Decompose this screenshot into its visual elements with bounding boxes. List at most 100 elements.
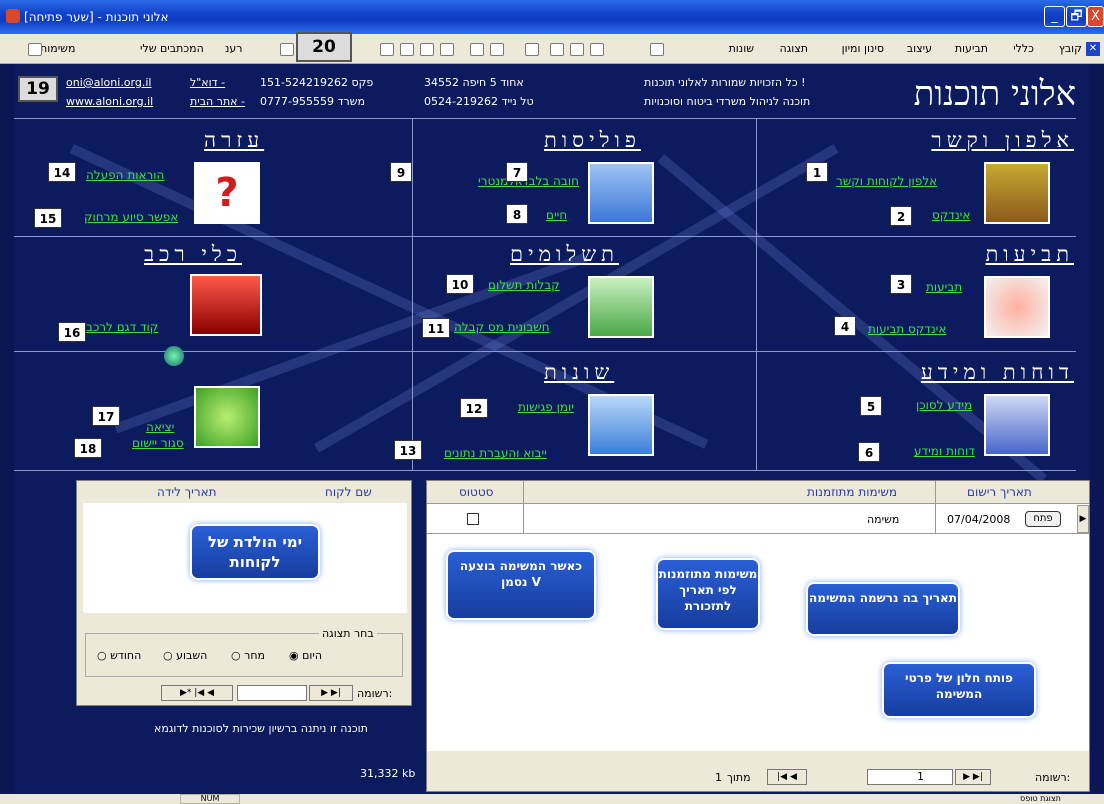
car-icon[interactable]	[190, 274, 262, 336]
radio-tomorrow-label: מחר	[244, 649, 265, 662]
radio-month[interactable]: ○ החודש	[97, 649, 141, 662]
marker-13: 13	[394, 440, 422, 460]
copy-icon[interactable]	[420, 43, 434, 56]
radio-tomorrow[interactable]: ○ מחר	[231, 649, 265, 662]
power-icon[interactable]	[194, 386, 260, 448]
menu-view[interactable]: תצוגה	[780, 42, 808, 55]
policy-mandatory-link[interactable]: חובה בלבד	[522, 174, 579, 188]
import-link[interactable]: ייבוא והעברת נתונים	[444, 446, 547, 460]
notebook-icon[interactable]	[984, 394, 1050, 456]
main-form: 19 אלוני תוכנות כל הזכויות שמורות לאלוני…	[14, 64, 1090, 794]
row-selector[interactable]: ▶	[1077, 505, 1089, 533]
import-folder-icon[interactable]	[588, 394, 654, 456]
marker-15: 15	[34, 208, 62, 228]
calendar-link[interactable]: יומן פגישות	[518, 400, 574, 414]
close-form-icon[interactable]: ✕	[1086, 42, 1100, 56]
index-link[interactable]: אינדקס	[932, 208, 970, 222]
birthday-nav-prev[interactable]: ▶* |◀ ◀	[161, 685, 233, 701]
agent-info-link[interactable]: מידע לסוכן	[916, 398, 972, 412]
menu-claims[interactable]: תביעות	[955, 42, 988, 55]
site-label: אתר הבית -	[190, 95, 245, 108]
radio-week[interactable]: ○ השבוע	[163, 649, 207, 662]
section-claims-title: תביעות	[985, 242, 1074, 266]
radio-week-label: השבוע	[176, 649, 208, 662]
tax-invoice-link[interactable]: חשבונית מס קבלה	[454, 320, 550, 334]
sort-desc-icon[interactable]	[570, 43, 584, 56]
callout-date-logged: תאריך בה נרשמה המשימה	[806, 582, 960, 636]
folder-icon[interactable]	[588, 162, 654, 224]
tasks-icon[interactable]	[28, 43, 42, 56]
marker-14: 14	[48, 162, 76, 182]
help-instructions-link[interactable]: הוראות הפעלה	[86, 168, 164, 182]
marker-6: 6	[858, 442, 880, 462]
exit-link[interactable]: יציאה	[146, 420, 174, 434]
filter-icon[interactable]	[590, 43, 604, 56]
spell-icon[interactable]	[380, 43, 394, 56]
section-help-title: עזרה	[204, 128, 265, 152]
policy-life-link[interactable]: חיים	[546, 208, 567, 222]
site-link[interactable]: www.aloni.org.il	[66, 95, 153, 108]
tasks-button[interactable]: משימות	[40, 42, 75, 55]
radio-today-label: היום	[302, 649, 323, 662]
alarm-icon[interactable]	[984, 276, 1050, 338]
col-birth-date: תאריך לידה	[157, 485, 217, 499]
cut-icon[interactable]	[400, 43, 414, 56]
tasks-nav-input[interactable]: 1	[867, 769, 953, 785]
marker-10: 10	[446, 274, 474, 294]
window-title: [אלוני תוכנות - [שער פתיחה	[24, 10, 169, 24]
payment-icon[interactable]	[588, 276, 654, 338]
alphon-link[interactable]: אלפון לקוחות וקשר	[836, 174, 937, 188]
marker-7: 7	[506, 162, 528, 182]
open-task-button[interactable]: פתח	[1025, 511, 1061, 527]
toolbar: ✕ קובץ כללי תביעות עיצוב סינון ומיון תצו…	[0, 32, 1104, 64]
sort-asc-icon[interactable]	[550, 43, 564, 56]
task-date[interactable]: 07/04/2008	[947, 513, 1010, 526]
menu-file[interactable]: קובץ	[1059, 42, 1082, 55]
birthday-nav-next[interactable]: ▶ ▶|	[309, 685, 353, 701]
email-link[interactable]: oni@aloni.org.il	[66, 76, 151, 89]
help-icon[interactable]: ?	[194, 162, 260, 224]
col-scheduled: משימות מתוזמנות	[807, 485, 898, 499]
callout-done: כאשר המשימה בוצעה נסמן V	[446, 550, 596, 620]
tasks-nav-prev[interactable]: |◀ ◀	[767, 769, 807, 785]
claims-index-link[interactable]: אינדקס תביעות	[868, 322, 946, 336]
task-done-checkbox[interactable]	[467, 513, 479, 525]
marker-17: 17	[92, 406, 120, 426]
close-app-link[interactable]: סגור יישום	[132, 436, 184, 450]
menu-design[interactable]: עיצוב	[907, 42, 932, 55]
reports-link[interactable]: דוחות ומידע	[914, 444, 975, 458]
restore-button[interactable]: 🗗	[1066, 6, 1087, 27]
mobile: טל נייד 0524-219262	[424, 95, 534, 108]
marker-11: 11	[422, 318, 450, 338]
redo-icon[interactable]	[490, 43, 504, 56]
car-model-code-link[interactable]: קוד דגם לרכב	[86, 320, 158, 334]
menu-sort-filter[interactable]: סינון ומיון	[842, 42, 884, 55]
menu-general[interactable]: כללי	[1013, 42, 1034, 55]
app-icon	[6, 9, 20, 23]
save-icon[interactable]	[280, 43, 294, 56]
birthday-nav-input[interactable]	[237, 685, 307, 701]
office-phone: משרד 0777-955559	[260, 95, 365, 108]
section-policies-title: פוליסות	[544, 128, 641, 152]
contacts-icon[interactable]	[984, 162, 1050, 224]
db-size: 31,332 kb	[360, 767, 416, 780]
section-vehicles-title: כלי רכב	[144, 242, 242, 266]
undo-icon[interactable]	[470, 43, 484, 56]
section-misc-title: שונות	[544, 360, 615, 384]
paste-icon[interactable]	[440, 43, 454, 56]
close-button[interactable]: X	[1087, 6, 1104, 27]
tasks-nav-next[interactable]: ▶ ▶|	[955, 769, 991, 785]
reminders-button[interactable]: רענ	[225, 42, 243, 55]
remote-support-link[interactable]: אפשר סיוע מרחוק	[84, 210, 178, 224]
radio-today[interactable]: ◉ היום	[289, 649, 322, 662]
task-name[interactable]: משימה	[867, 513, 899, 526]
minimize-button[interactable]: _	[1044, 6, 1065, 27]
col-date: תאריך רישום	[967, 485, 1032, 499]
find-icon[interactable]	[650, 43, 664, 56]
payment-receipts-link[interactable]: קבלות תשלום	[488, 278, 560, 292]
my-forms-button[interactable]: המכתבים שלי	[140, 42, 204, 55]
callout-opens: פותח חלון של פרטי המשימה	[882, 662, 1036, 718]
properties-icon[interactable]	[525, 43, 539, 56]
menu-misc[interactable]: שונות	[729, 42, 754, 55]
claims-link[interactable]: תביעות	[926, 280, 962, 294]
